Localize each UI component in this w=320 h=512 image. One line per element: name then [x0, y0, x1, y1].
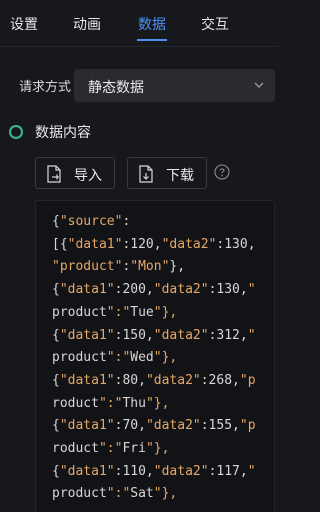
- code-line: roduct":"Fri"},: [52, 441, 170, 457]
- tab-data[interactable]: 数据: [138, 14, 166, 34]
- code-line: [{"data1":120,"data2":130,: [52, 236, 256, 252]
- active-tab-indicator: [137, 39, 167, 41]
- help-icon[interactable]: [214, 164, 230, 180]
- code-line: product":"Sat"},: [52, 486, 178, 502]
- download-button-label: 下载: [166, 168, 194, 184]
- json-code: {"source": [{"data1":120,"data2":130, "pro…: [52, 211, 256, 506]
- import-button[interactable]: 导入: [35, 157, 115, 189]
- code-line: {"data1":70,"data2":155,"p: [52, 418, 256, 434]
- chevron-down-icon: [254, 82, 264, 88]
- code-line: {"data1":150,"data2":312,": [52, 327, 256, 343]
- code-line: {"source":: [52, 214, 131, 229]
- tab-settings[interactable]: 设置: [10, 14, 38, 34]
- tab-animation[interactable]: 动画: [73, 14, 101, 34]
- request-method-label: 请求方式: [19, 80, 72, 95]
- data-content-editor[interactable]: {"source": [{"data1":120,"data2":130, "pro…: [35, 200, 275, 512]
- code-line: {"data1":110,"data2":117,": [52, 463, 256, 479]
- tab-bar: 设置 动画 数据 交互: [0, 0, 279, 47]
- request-method-value: 静态数据: [88, 80, 144, 96]
- code-line: "product":"Mon"},: [52, 259, 186, 275]
- download-button[interactable]: 下载: [127, 157, 207, 189]
- code-line: roduct":"Thu"},: [52, 395, 170, 411]
- file-import-icon: [47, 165, 61, 183]
- code-line: product":"Wed"},: [52, 350, 178, 366]
- data-panel: 设置 动画 数据 交互 请求方式 静态数据 数据内容 导入 下载 {"sourc…: [0, 0, 279, 512]
- code-line: product":"Tue"},: [52, 304, 178, 320]
- request-method-select[interactable]: 静态数据: [74, 69, 275, 102]
- import-button-label: 导入: [74, 168, 102, 184]
- code-line: {"data1":80,"data2":268,"p: [52, 372, 256, 388]
- file-download-icon: [139, 165, 153, 183]
- section-indicator-icon: [9, 125, 23, 139]
- code-line: {"data1":200,"data2":130,": [52, 282, 256, 298]
- tab-interaction[interactable]: 交互: [201, 14, 229, 34]
- section-title: 数据内容: [35, 125, 91, 141]
